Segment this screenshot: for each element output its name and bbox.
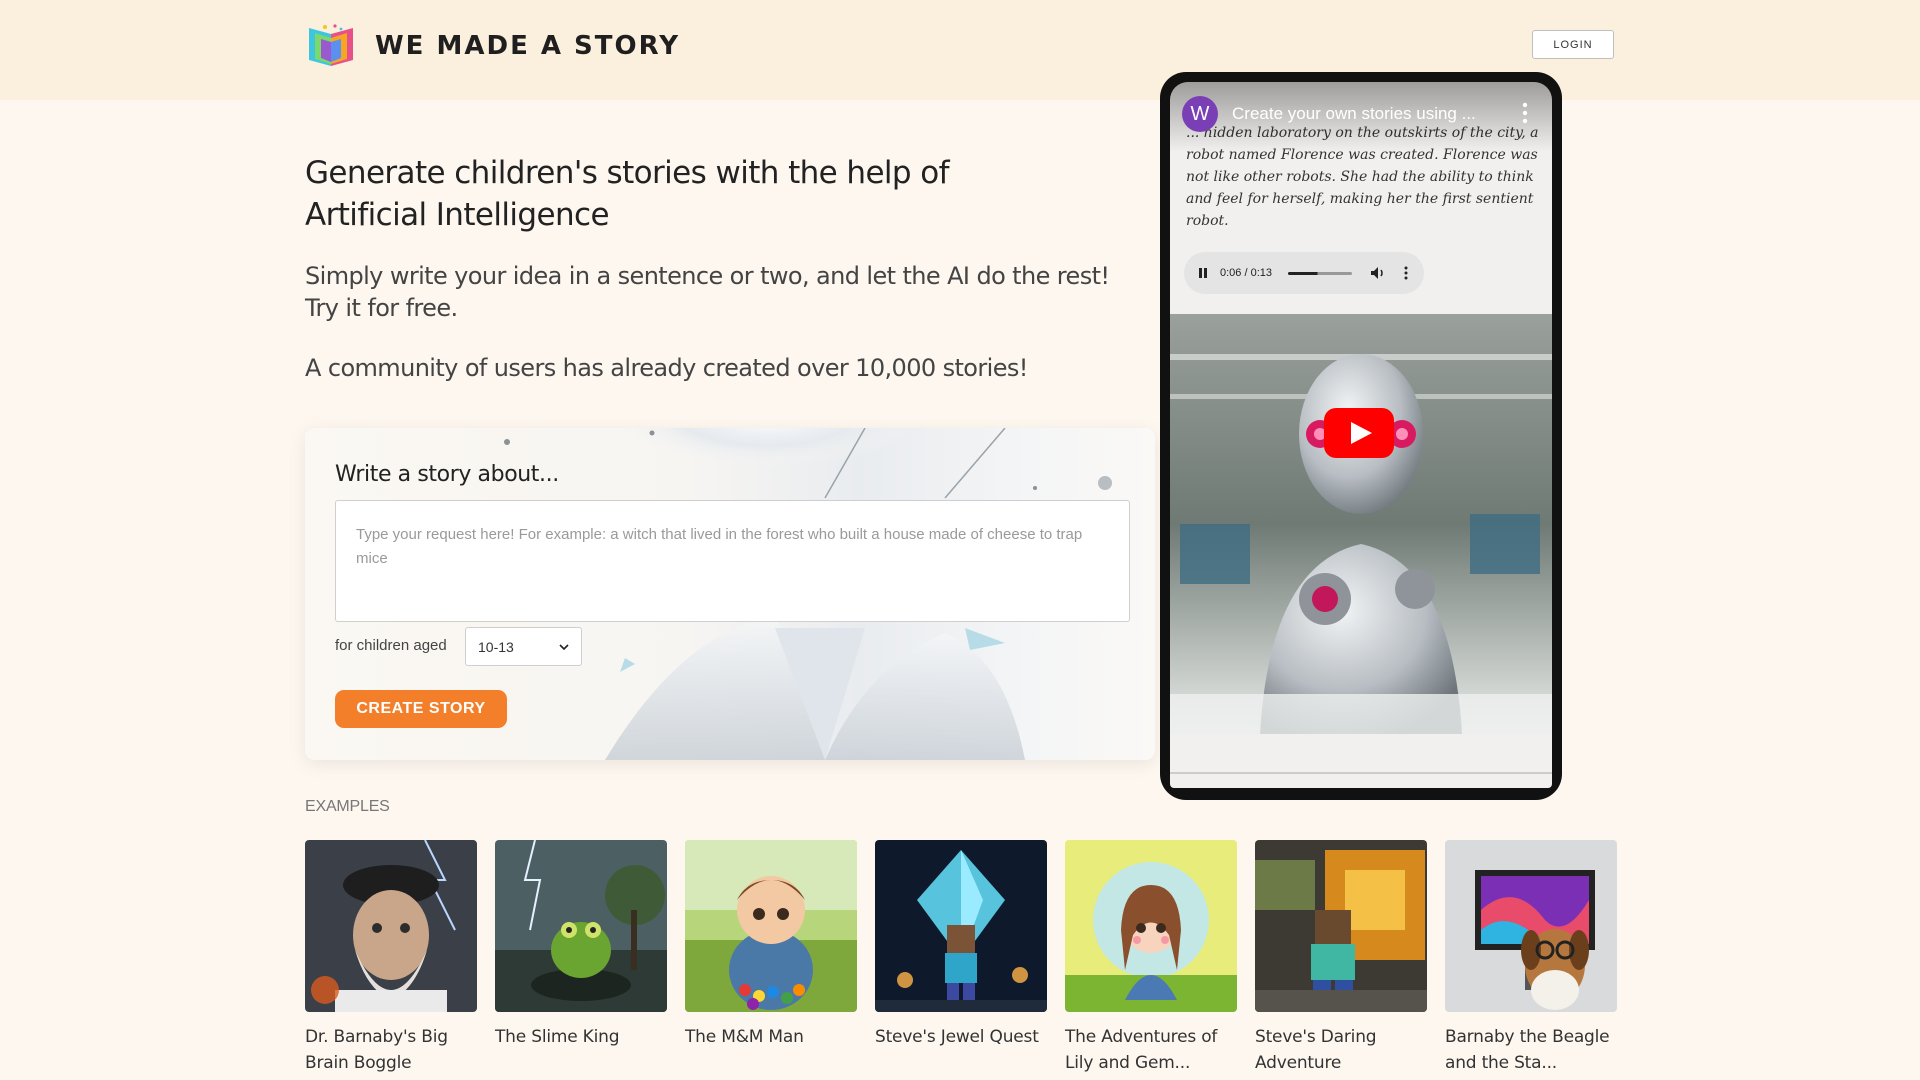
hero-title: Generate children's stories with the hel… — [305, 155, 950, 233]
story-form-card: Write a story about... for children aged… — [305, 428, 1155, 760]
audio-progress-track[interactable] — [1288, 271, 1352, 275]
example-title: The M&M Man — [685, 1027, 804, 1047]
brand-name: WE MADE A STORY — [375, 31, 681, 61]
example-title: The Slime King — [495, 1027, 620, 1047]
brand-logo-link[interactable]: WE MADE A STORY — [305, 24, 680, 68]
example-thumbnail — [305, 840, 477, 1012]
example-title: The Adventures of Lily and Gem... — [1065, 1027, 1218, 1073]
example-title: Dr. Barnaby's Big Brain Boggle — [305, 1027, 448, 1073]
example-card[interactable]: Barnaby the Beagle and the Sta... — [1445, 840, 1617, 1076]
age-label: for children aged — [335, 637, 447, 654]
example-thumbnail — [1445, 840, 1617, 1012]
channel-avatar[interactable]: W — [1182, 96, 1218, 132]
example-title: Barnaby the Beagle and the Sta... — [1445, 1027, 1610, 1073]
example-title: Steve's Daring Adventure — [1255, 1027, 1377, 1073]
play-icon[interactable] — [1324, 408, 1394, 458]
story-form-title: Write a story about... — [335, 462, 559, 487]
create-story-button[interactable]: CREATE STORY — [335, 690, 507, 728]
age-select-value: 10-13 — [478, 638, 514, 655]
audio-time: 0:06 / 0:13 — [1220, 267, 1272, 279]
chevron-down-icon — [559, 643, 569, 650]
audio-player: 0:06 / 0:13 — [1184, 252, 1424, 294]
phone-video-frame: ... hidden laboratory on the outskirts o… — [1160, 72, 1562, 800]
example-thumbnail — [685, 840, 857, 1012]
example-thumbnail — [1255, 840, 1427, 1012]
example-card[interactable]: The Slime King — [495, 840, 667, 1050]
video-title[interactable]: Create your own stories using ... — [1232, 104, 1492, 124]
pause-icon[interactable] — [1198, 267, 1208, 279]
divider — [1170, 772, 1552, 774]
example-card[interactable]: Steve's Jewel Quest — [875, 840, 1047, 1050]
example-card[interactable]: The Adventures of Lily and Gem... — [1065, 840, 1237, 1076]
video-player[interactable]: ... hidden laboratory on the outskirts o… — [1170, 82, 1552, 788]
examples-heading: EXAMPLES — [305, 798, 390, 815]
age-select[interactable]: 10-13 — [465, 627, 582, 666]
book-logo-icon — [309, 24, 353, 66]
hero-subtitle: Simply write your idea in a sentence or … — [305, 262, 1110, 322]
volume-icon[interactable] — [1370, 266, 1386, 280]
example-card[interactable]: Steve's Daring Adventure — [1255, 840, 1427, 1076]
story-request-input[interactable] — [335, 500, 1130, 622]
example-thumbnail — [495, 840, 667, 1012]
login-button[interactable]: LOGIN — [1532, 30, 1614, 59]
example-card[interactable]: The M&M Man — [685, 840, 857, 1050]
site-header: WE MADE A STORY LOGIN — [0, 0, 1920, 100]
community-stat-text: A community of users has already created… — [305, 354, 1028, 382]
example-thumbnail — [875, 840, 1047, 1012]
robot-thumbnail-image — [1170, 314, 1552, 734]
example-card[interactable]: Dr. Barnaby's Big Brain Boggle — [305, 840, 477, 1076]
example-title: Steve's Jewel Quest — [875, 1027, 1039, 1047]
audio-more-icon[interactable] — [1404, 266, 1408, 280]
more-options-icon[interactable] — [1522, 102, 1528, 124]
example-thumbnail — [1065, 840, 1237, 1012]
